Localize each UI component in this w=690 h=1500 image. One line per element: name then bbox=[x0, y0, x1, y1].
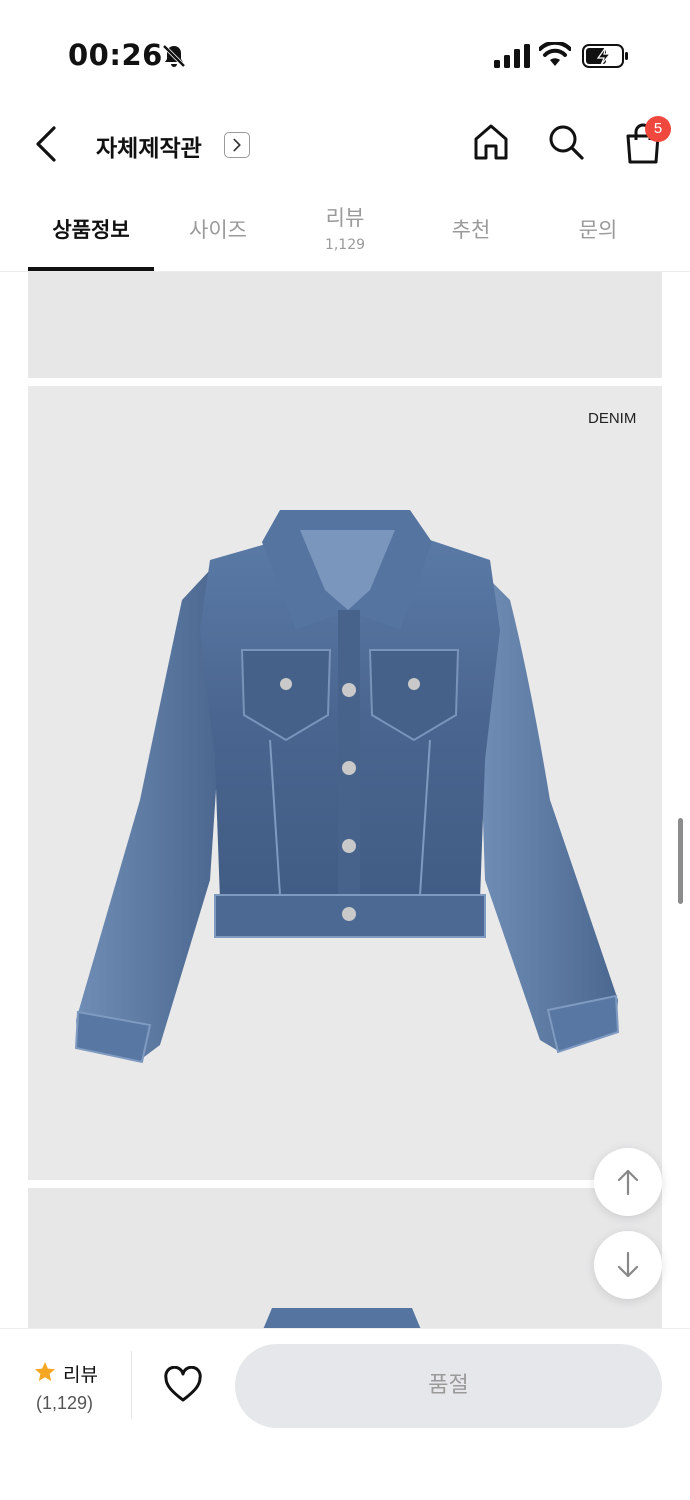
tab-label: 리뷰 bbox=[325, 206, 365, 230]
tab-label: 문의 bbox=[578, 218, 618, 242]
tab-product-info[interactable]: 상품정보 bbox=[27, 190, 155, 272]
tab-review[interactable]: 리뷰 1,129 bbox=[281, 190, 409, 272]
status-bar: 00:26 bbox=[0, 0, 690, 110]
battery-charging-icon bbox=[582, 44, 628, 68]
scrollbar-thumb[interactable] bbox=[678, 818, 683, 904]
back-arrow-icon[interactable] bbox=[30, 124, 66, 164]
tab-recommend[interactable]: 추천 bbox=[407, 190, 535, 272]
soldout-button[interactable]: 품절 bbox=[235, 1344, 662, 1428]
tab-inquiry[interactable]: 문의 bbox=[534, 190, 662, 272]
app-header: 자체제작관 bbox=[0, 110, 690, 190]
search-icon[interactable] bbox=[547, 123, 585, 161]
tab-label: 추천 bbox=[451, 218, 491, 242]
arrow-down-icon bbox=[617, 1251, 639, 1278]
arrow-up-icon bbox=[617, 1169, 639, 1196]
active-tab-indicator bbox=[28, 267, 154, 271]
bottom-action-bar: 리뷰 (1,129) 품절 bbox=[0, 1328, 690, 1500]
review-label[interactable]: 리뷰 bbox=[63, 1360, 98, 1387]
store-title[interactable]: 자체제작관 bbox=[96, 129, 202, 163]
review-count[interactable]: (1,129) bbox=[36, 1393, 93, 1414]
status-time: 00:26 bbox=[68, 38, 163, 72]
scroll-top-button[interactable] bbox=[594, 1148, 662, 1216]
tab-label: 상품정보 bbox=[52, 218, 130, 242]
tab-review-count: 1,129 bbox=[324, 237, 366, 253]
tab-label: 사이즈 bbox=[189, 218, 247, 242]
scroll-bottom-button[interactable] bbox=[594, 1231, 662, 1299]
chevron-right-icon[interactable] bbox=[224, 132, 250, 158]
wifi-icon bbox=[539, 42, 571, 66]
heart-icon[interactable] bbox=[163, 1366, 203, 1404]
bell-off-icon bbox=[162, 44, 186, 68]
divider bbox=[131, 1351, 132, 1419]
denim-jacket-image bbox=[74, 510, 620, 1064]
image-caption: DENIM bbox=[588, 410, 637, 427]
star-icon bbox=[35, 1362, 55, 1381]
home-icon[interactable] bbox=[472, 122, 510, 162]
tab-size[interactable]: 사이즈 bbox=[154, 190, 282, 272]
product-image-prev bbox=[28, 272, 662, 378]
product-tabs: 상품정보 사이즈 리뷰 1,129 추천 문의 bbox=[0, 190, 690, 272]
cart-count-badge: 5 bbox=[645, 116, 671, 142]
signal-icon bbox=[494, 44, 530, 68]
